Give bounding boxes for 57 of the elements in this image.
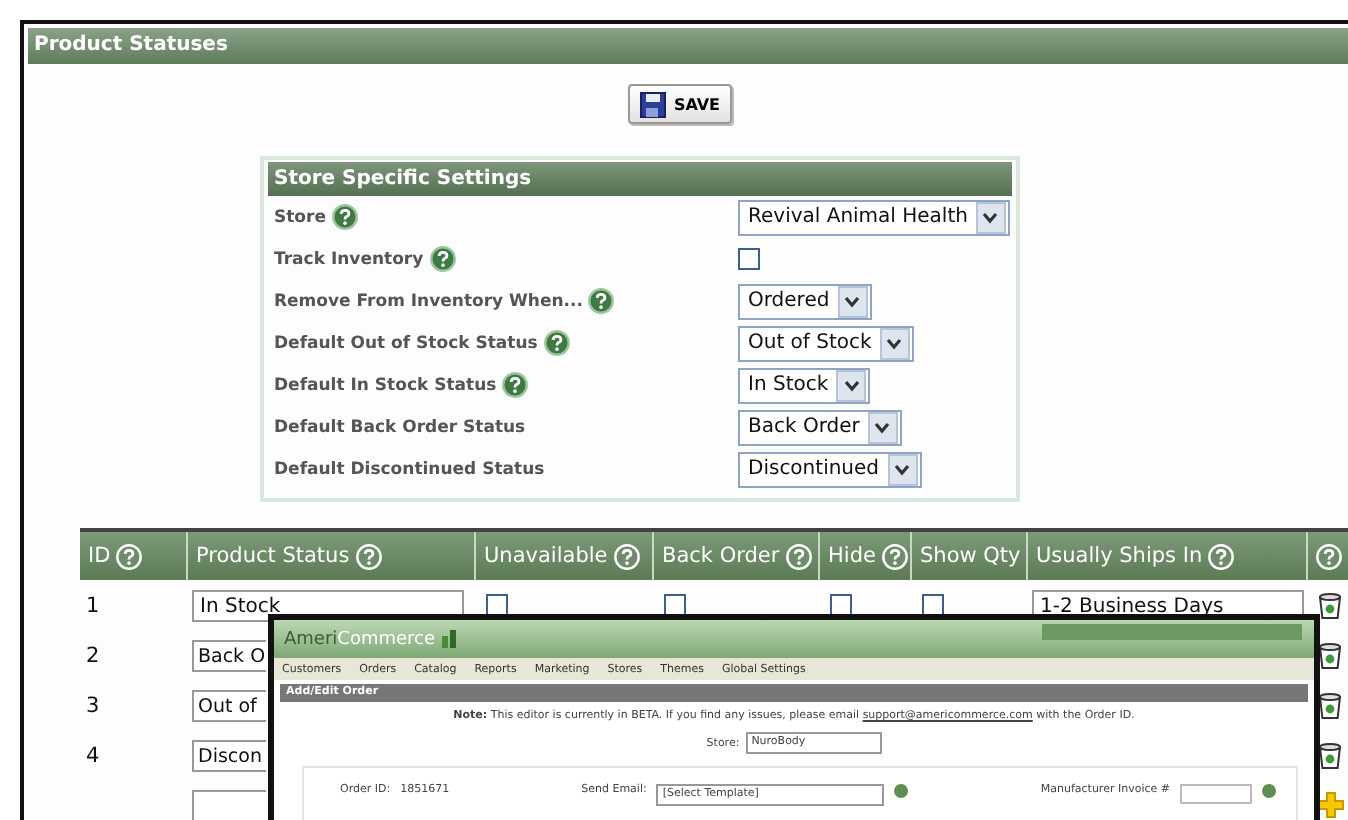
caret-icon	[836, 369, 867, 401]
setting-label: Default Discontinued Status	[274, 459, 545, 479]
caret-icon	[867, 411, 898, 443]
new-status-input[interactable]	[192, 789, 266, 820]
setting-label: Track Inventory	[274, 249, 424, 269]
setting-label: Default Out of Stock Status	[274, 333, 538, 353]
trash-icon[interactable]	[1318, 591, 1342, 619]
trash-icon[interactable]	[1318, 741, 1342, 769]
help-icon[interactable]	[502, 372, 529, 398]
header-label: Back Order	[662, 544, 780, 568]
checkbox[interactable]	[830, 594, 852, 616]
header-label: Hide	[828, 544, 876, 568]
setting-label: Default In Stock Status	[274, 375, 497, 395]
help-icon[interactable]	[331, 204, 358, 230]
trash-icon[interactable]	[1318, 641, 1342, 669]
row-id: 3	[86, 693, 100, 717]
add-icon[interactable]	[1318, 792, 1344, 818]
store-select[interactable]: Out of Stock	[738, 325, 914, 361]
status-input[interactable]: Out of	[192, 689, 266, 721]
status-dot-icon	[1262, 784, 1276, 798]
header-label: Product Status	[196, 544, 350, 568]
header-label: ID	[88, 544, 111, 568]
store-select[interactable]: Discontinued	[738, 451, 922, 487]
help-icon[interactable]	[588, 288, 615, 314]
checkbox[interactable]	[738, 248, 760, 270]
checkbox[interactable]	[486, 594, 508, 616]
header-label: Show Qty	[920, 544, 1021, 568]
panel-title: Product Statuses	[28, 28, 1348, 64]
caret-icon	[837, 285, 868, 317]
setting-label: Default Back Order Status	[274, 417, 526, 437]
logo-icon	[441, 630, 458, 648]
row-id: 2	[86, 643, 100, 667]
header-label: Unavailable	[484, 544, 608, 568]
row-id: 4	[86, 743, 100, 767]
caret-icon	[975, 201, 1006, 233]
save-button[interactable]: SAVE	[627, 84, 733, 124]
setting-label: Store	[274, 207, 326, 227]
store-select[interactable]: Revival Animal Health	[738, 199, 1010, 235]
help-icon[interactable]	[543, 330, 570, 356]
checkbox[interactable]	[922, 594, 944, 616]
trash-icon[interactable]	[1318, 691, 1342, 719]
header-label: Usually Ships In	[1036, 544, 1203, 568]
settings-title: Store Specific Settings	[268, 162, 1012, 196]
store-select[interactable]: Ordered	[738, 283, 872, 319]
caret-icon	[879, 327, 910, 359]
help-icon[interactable]	[429, 246, 456, 272]
caret-icon	[887, 453, 918, 485]
status-input[interactable]: Discon	[192, 739, 266, 771]
setting-label: Remove From Inventory When...	[274, 291, 583, 311]
checkbox[interactable]	[664, 594, 686, 616]
store-select[interactable]: Back Order	[738, 409, 902, 445]
status-dot-icon	[894, 784, 909, 798]
logo-text: AmeriCommerce	[284, 629, 436, 649]
store-select[interactable]: In Stock	[738, 367, 871, 403]
invoice-input[interactable]	[1180, 784, 1252, 804]
row-id: 1	[86, 593, 100, 617]
status-input[interactable]: Back O	[192, 639, 266, 671]
